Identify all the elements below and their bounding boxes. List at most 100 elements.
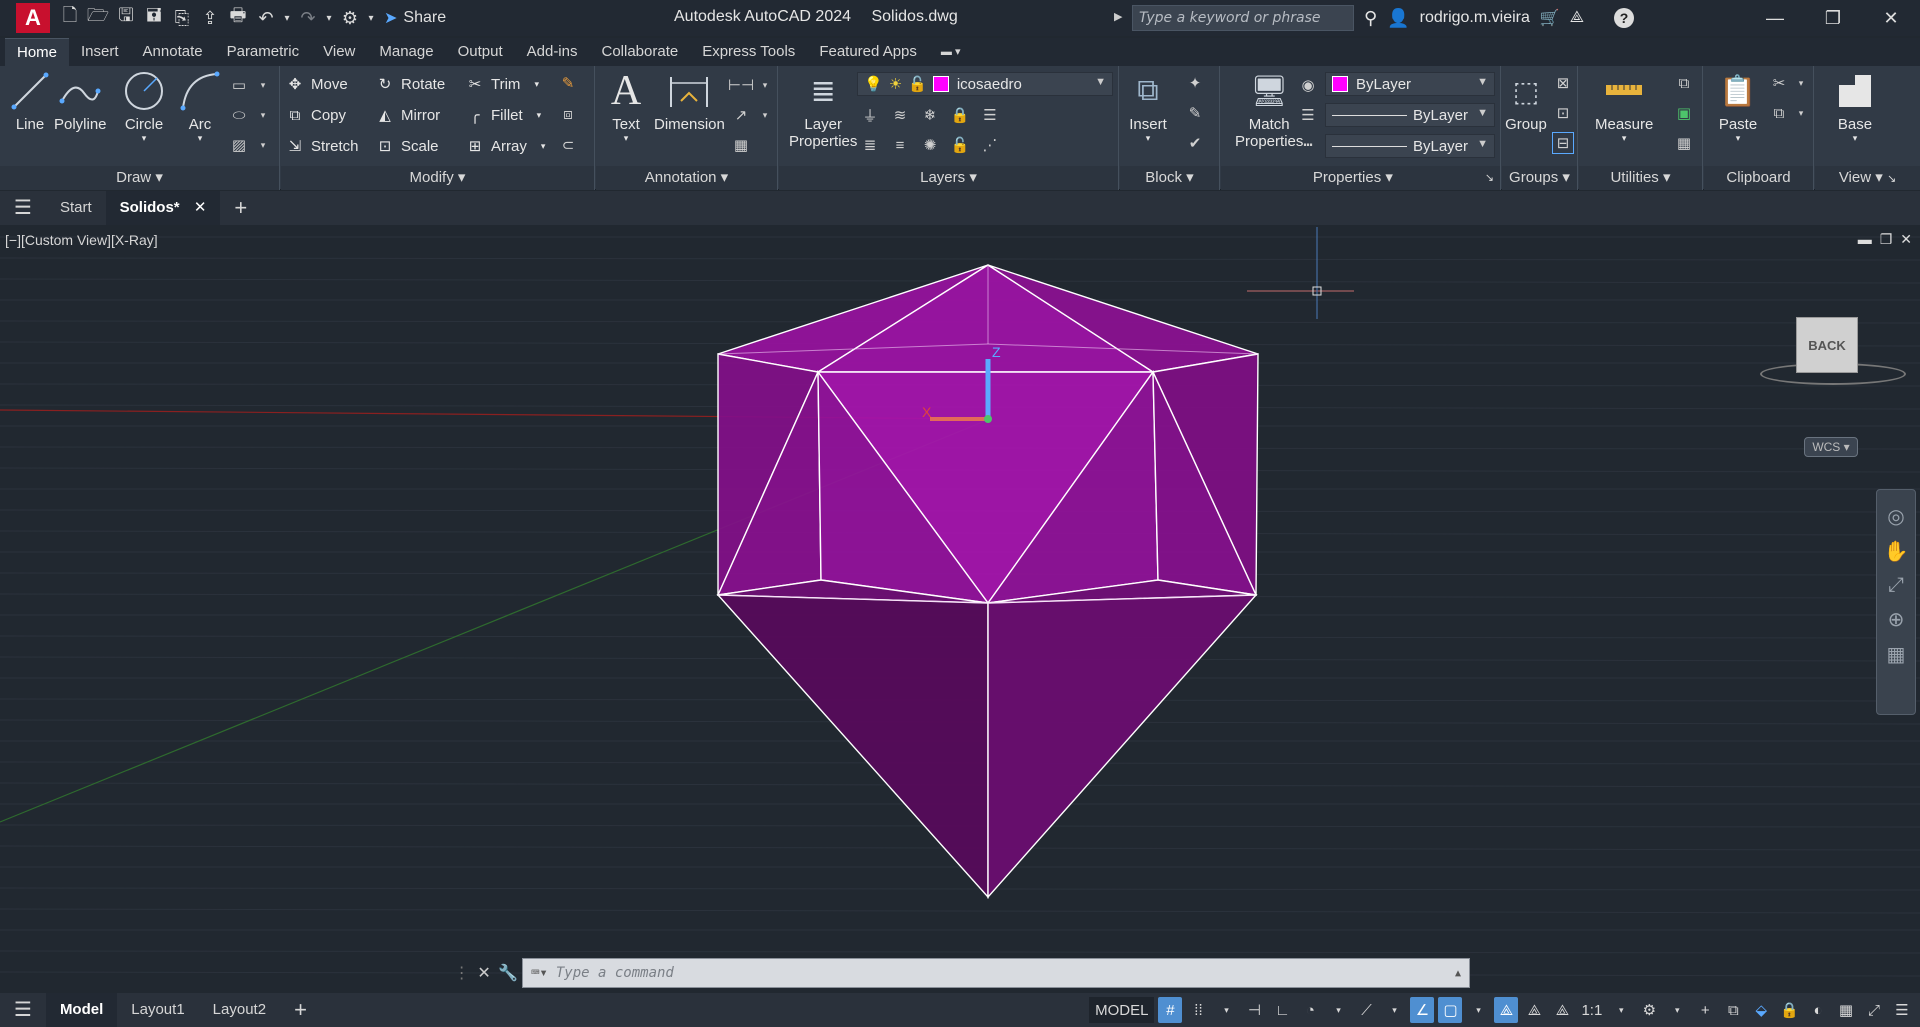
text-button[interactable]: A Text ▾: [604, 68, 648, 144]
groups-panel-title[interactable]: Groups ▾: [1502, 166, 1577, 190]
layer-previous-icon[interactable]: ≡: [889, 134, 911, 156]
view-panel-title[interactable]: View ▾ ↘: [1815, 166, 1920, 190]
customize-wrench-icon[interactable]: 🔧: [498, 963, 518, 983]
annotation-scale-icon[interactable]: ⟁: [1550, 997, 1574, 1023]
scale-button[interactable]: ⊡ Scale: [375, 134, 439, 158]
hardware-acceleration-icon[interactable]: ◐: [1806, 997, 1830, 1023]
save-to-web-icon[interactable]: ⇪: [196, 4, 224, 32]
open-folder-icon[interactable]: 🗁: [84, 4, 112, 32]
tab-express-tools[interactable]: Express Tools: [690, 38, 807, 66]
calculator-icon[interactable]: ▦: [1673, 132, 1695, 154]
save-icon[interactable]: 🖫: [112, 4, 140, 32]
recent-commands-icon[interactable]: ⌨▾: [531, 965, 548, 981]
layer-freeze-icon[interactable]: ❄: [919, 104, 941, 126]
ortho-mode-icon[interactable]: ∟: [1270, 997, 1294, 1023]
ungroup-icon[interactable]: ⊠: [1552, 72, 1574, 94]
array-button[interactable]: ⊞ Array ▾: [465, 134, 546, 158]
tab-layout2[interactable]: Layout2: [199, 993, 280, 1027]
orbit-icon[interactable]: ⊕: [1888, 607, 1905, 632]
open-from-web-icon[interactable]: ⎘: [168, 4, 196, 32]
layer-dropdown[interactable]: 💡 ☀ 🔓 icosaedro ▼: [857, 72, 1113, 96]
quick-properties-icon[interactable]: ⬙: [1749, 997, 1773, 1023]
command-line-close-icon[interactable]: ✕: [477, 963, 490, 983]
isodraft-icon[interactable]: ⟋: [1354, 997, 1378, 1023]
zoom-extents-icon[interactable]: ⤢: [1888, 574, 1904, 597]
lightbulb-icon[interactable]: 💡: [864, 75, 883, 93]
viewport-controls-label[interactable]: [−][Custom View][X-Ray]: [5, 232, 158, 248]
tab-manage[interactable]: Manage: [367, 38, 445, 66]
select-all-icon[interactable]: ▣: [1673, 102, 1695, 124]
viewcube[interactable]: BACK: [1796, 317, 1858, 373]
new-file-icon[interactable]: 🗋: [56, 4, 84, 32]
fillet-button[interactable]: ╭ Fillet ▾: [465, 103, 541, 127]
clean-screen-icon[interactable]: ⤢: [1862, 997, 1886, 1023]
layer-thaw-icon[interactable]: ✺: [919, 134, 941, 156]
leader-icon[interactable]: ↗: [730, 104, 752, 126]
circle-dropdown-icon[interactable]: ▾: [142, 133, 147, 144]
wcs-menu[interactable]: WCS ▾: [1804, 437, 1858, 457]
isolate-objects-icon[interactable]: ▦: [1834, 997, 1858, 1023]
draw-panel-title[interactable]: Draw ▾: [0, 166, 279, 190]
tab-insert[interactable]: Insert: [69, 38, 131, 66]
tab-layout1[interactable]: Layout1: [117, 993, 198, 1027]
layer-match-icon[interactable]: ≣: [859, 134, 881, 156]
search-expand-icon[interactable]: ▶: [1114, 10, 1122, 23]
infer-constraints-icon[interactable]: ⊣: [1242, 997, 1266, 1023]
linear-dimension-dropdown-icon[interactable]: ▾: [754, 74, 776, 96]
auto-scale-icon[interactable]: ⟁: [1522, 997, 1546, 1023]
object-snap-icon[interactable]: ▢: [1438, 997, 1463, 1023]
ellipse-dropdown-icon[interactable]: ▾: [252, 104, 274, 126]
search-icon[interactable]: ⚲: [1364, 8, 1377, 29]
viewport-restore-icon[interactable]: ❐: [1880, 231, 1893, 248]
tab-featured-apps[interactable]: Featured Apps: [807, 38, 929, 66]
workspace-switching-icon[interactable]: ⚙: [1637, 997, 1661, 1023]
lineweight-dropdown[interactable]: ByLayer ▼: [1325, 103, 1495, 127]
group-edit-icon[interactable]: ⊡: [1552, 102, 1574, 124]
annotation-panel-title[interactable]: Annotation ▾: [596, 166, 777, 190]
close-tab-icon[interactable]: ✕: [194, 199, 207, 216]
modify-panel-title[interactable]: Modify ▾: [281, 166, 594, 190]
snap-mode-icon[interactable]: ⁞⁞: [1186, 997, 1210, 1023]
drawing-viewport[interactable]: Z X [−][Custom View][X-Ray] ▬ ❐ ✕ BACK W…: [0, 227, 1920, 987]
polyline-button[interactable]: Polyline: [54, 70, 107, 133]
user-icon[interactable]: 👤: [1387, 8, 1409, 29]
polar-tracking-icon[interactable]: ◔: [1298, 997, 1322, 1023]
command-history-arrow-icon[interactable]: ▲: [1455, 968, 1461, 979]
make-current-icon[interactable]: ☰: [979, 104, 1001, 126]
leader-dropdown-icon[interactable]: ▾: [754, 104, 776, 126]
username-button[interactable]: rodrigo.m.vieira: [1420, 9, 1530, 27]
lock-icon[interactable]: 🔓: [908, 75, 927, 93]
explode-icon[interactable]: ⧈: [557, 103, 579, 125]
share-button[interactable]: ➤ Share: [384, 8, 446, 28]
customization-icon[interactable]: ☰: [1890, 997, 1914, 1023]
object-snap-tracking-icon[interactable]: ∠: [1410, 997, 1435, 1023]
offset-icon[interactable]: ⊂: [557, 134, 579, 156]
insert-block-button[interactable]: ⧉ Insert ▾: [1126, 70, 1170, 144]
clipboard-panel-title[interactable]: Clipboard: [1704, 166, 1813, 190]
file-menu-icon[interactable]: ☰: [0, 191, 46, 225]
group-button[interactable]: ⬚ Group: [1504, 70, 1548, 134]
units-icon[interactable]: ⧉: [1721, 997, 1745, 1023]
viewport-minimize-icon[interactable]: ▬: [1858, 231, 1872, 248]
tab-model[interactable]: Model: [45, 993, 118, 1027]
viewport-close-icon[interactable]: ✕: [1900, 231, 1912, 248]
layout-menu-icon[interactable]: ☰: [0, 993, 46, 1027]
hatch-dropdown-icon[interactable]: ▾: [252, 134, 274, 156]
ribbon-minimize-toggle[interactable]: ▬ ▾: [929, 38, 973, 66]
annotation-monitor-icon[interactable]: +: [1693, 997, 1717, 1023]
redo-dropdown-icon[interactable]: ▾: [322, 4, 336, 32]
object-snap-dropdown-icon[interactable]: ▾: [1466, 997, 1490, 1023]
lineweight-icon[interactable]: ☰: [1297, 104, 1319, 126]
edit-attributes-icon[interactable]: ✔: [1184, 132, 1206, 154]
match-properties-button[interactable]: 🖥 Match Properties: [1235, 70, 1303, 151]
measure-button[interactable]: Measure ▾: [1595, 70, 1653, 144]
polar-dropdown-icon[interactable]: ▾: [1326, 997, 1350, 1023]
cut-dropdown-icon[interactable]: ▾: [1790, 72, 1812, 94]
layer-walk-icon[interactable]: ⋰: [979, 134, 1001, 156]
steering-wheel-icon[interactable]: ◎: [1887, 504, 1904, 529]
paste-button[interactable]: 📋 Paste ▾: [1716, 70, 1760, 144]
copy-clip-icon[interactable]: ⧉: [1768, 102, 1790, 124]
block-panel-title[interactable]: Block ▾: [1120, 166, 1219, 190]
new-tab-icon[interactable]: +: [220, 191, 261, 225]
rectangle-icon[interactable]: ▭: [228, 74, 250, 96]
